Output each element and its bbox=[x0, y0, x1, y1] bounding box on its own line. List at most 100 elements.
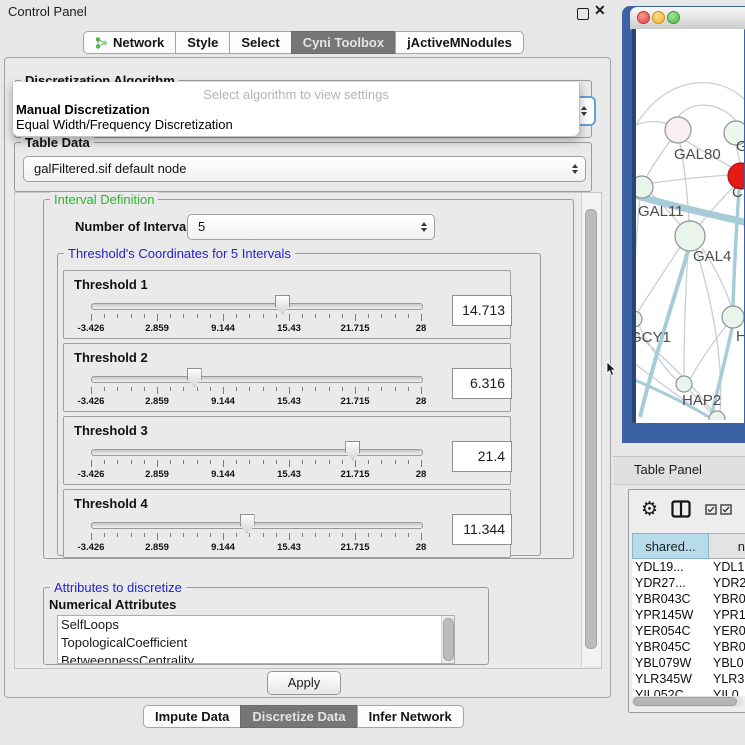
attribute-item-topologicalcoefficient[interactable]: TopologicalCoefficient bbox=[58, 634, 454, 652]
table-browser-window: ⚙ shared... name YDL19...YDL1YDR27...YDR… bbox=[628, 489, 745, 713]
tab-infer-network[interactable]: Infer Network bbox=[357, 705, 464, 728]
zoom-traffic-light-icon[interactable] bbox=[667, 11, 680, 24]
attribute-item-selfloops[interactable]: SelfLoops bbox=[58, 616, 454, 634]
threshold-slider-track[interactable] bbox=[91, 376, 423, 383]
threshold-slider-track[interactable] bbox=[91, 303, 423, 310]
apply-button[interactable]: Apply bbox=[267, 671, 341, 695]
column-header-shared-name[interactable]: shared... bbox=[632, 533, 709, 559]
node-label: GA bbox=[736, 138, 744, 155]
network-node-gal11[interactable] bbox=[636, 176, 653, 198]
network-window-titlebar[interactable] bbox=[630, 7, 745, 30]
table-row[interactable]: YER054CYER0 bbox=[632, 623, 745, 639]
threshold-slider-thumb[interactable] bbox=[275, 295, 290, 314]
combo-stepper-icon bbox=[421, 222, 427, 232]
slider-tick bbox=[263, 533, 264, 537]
table-data-combo-value: galFiltered.sif default node bbox=[34, 157, 186, 181]
slider-tick bbox=[355, 460, 356, 467]
threshold-value-field[interactable]: 21.4 bbox=[452, 441, 512, 472]
attribute-item-betweennesscentrality[interactable]: BetweennessCentrality bbox=[58, 652, 454, 664]
slider-tick bbox=[144, 460, 145, 464]
numerical-attributes-label: Numerical Attributes bbox=[49, 597, 176, 612]
table-row[interactable]: YBR045CYBR0 bbox=[632, 639, 745, 655]
tab-select[interactable]: Select bbox=[229, 31, 291, 54]
threshold-slider-thumb[interactable] bbox=[240, 514, 255, 533]
table-row[interactable]: YBL079WYBL0 bbox=[632, 655, 745, 671]
network-canvas[interactable]: GAL80GACGAL11GAL4GCY1HHAP2 bbox=[632, 29, 744, 423]
network-node-gcy1[interactable] bbox=[636, 311, 642, 327]
tab-cyni-toolbox[interactable]: Cyni Toolbox bbox=[291, 31, 396, 54]
slider-tick-label: 2.859 bbox=[145, 469, 169, 480]
network-view-window[interactable]: GAL80GACGAL11GAL4GCY1HHAP2 bbox=[622, 6, 745, 443]
tab-style[interactable]: Style bbox=[175, 31, 230, 54]
slider-tick bbox=[117, 387, 118, 391]
float-window-icon[interactable] bbox=[577, 8, 589, 20]
slider-tick bbox=[170, 314, 171, 318]
top-tab-bar: NetworkStyleSelectCyni ToolboxjActiveMNo… bbox=[83, 31, 524, 54]
cell-shared-name: YDL19... bbox=[632, 559, 713, 575]
bottom-tab-bar: Impute DataDiscretize DataInfer Network bbox=[143, 705, 464, 728]
scrollbar-thumb[interactable] bbox=[633, 697, 737, 706]
threshold-slider-thumb[interactable] bbox=[345, 441, 360, 460]
slider-tick bbox=[368, 387, 369, 391]
slider-tick-label: 15.43 bbox=[277, 323, 301, 334]
threshold-slider-thumb[interactable] bbox=[187, 368, 202, 387]
interval-definition-label: Interval Definition bbox=[50, 192, 158, 207]
network-node-h[interactable] bbox=[722, 306, 744, 328]
table-row[interactable]: YBR043CYBR0 bbox=[632, 591, 745, 607]
tab-discretize-data[interactable]: Discretize Data bbox=[240, 705, 357, 728]
threshold-value-field[interactable]: 14.713 bbox=[452, 295, 512, 326]
main-scrollbar[interactable] bbox=[581, 193, 601, 666]
close-traffic-light-icon[interactable] bbox=[637, 11, 650, 24]
tab-impute-data[interactable]: Impute Data bbox=[143, 705, 241, 728]
settings-scroll-viewport: Interval Definition Number of Intervals … bbox=[14, 192, 602, 669]
slider-tick-label: -3.426 bbox=[78, 396, 105, 407]
slider-tick bbox=[276, 387, 277, 391]
scrollbar-thumb[interactable] bbox=[443, 618, 454, 661]
node-label: GAL11 bbox=[638, 203, 684, 220]
threshold-slider-track[interactable] bbox=[91, 522, 423, 529]
slider-tick bbox=[276, 533, 277, 537]
table-row[interactable]: YDL19...YDL1 bbox=[632, 559, 745, 575]
tab-jactivemnodules[interactable]: jActiveMNodules bbox=[395, 31, 524, 54]
checkbox-icon[interactable] bbox=[705, 504, 717, 515]
table-row[interactable]: YPR145WYPR1 bbox=[632, 607, 745, 623]
split-columns-icon[interactable] bbox=[671, 500, 691, 518]
checkbox-icon[interactable] bbox=[720, 504, 732, 515]
cell-name: YER0 bbox=[713, 623, 745, 639]
popup-item-manual-discretization[interactable]: Manual Discretization bbox=[13, 102, 579, 117]
slider-tick bbox=[263, 314, 264, 318]
table-panel-titlebar: Table Panel bbox=[613, 456, 745, 485]
threshold-value-field[interactable]: 11.344 bbox=[452, 514, 512, 545]
scrollbar-thumb[interactable] bbox=[585, 209, 597, 649]
slider-tick-label: 2.859 bbox=[145, 323, 169, 334]
cell-name: YIL0 bbox=[713, 687, 739, 696]
table-data-combobox[interactable]: galFiltered.sif default node bbox=[23, 156, 586, 182]
number-of-intervals-combobox[interactable]: 5 bbox=[187, 214, 435, 240]
table-row[interactable]: YLR345WYLR3 bbox=[632, 671, 745, 687]
minimize-traffic-light-icon[interactable] bbox=[652, 11, 665, 24]
network-graph[interactable]: GAL80GACGAL11GAL4GCY1HHAP2 bbox=[636, 29, 744, 420]
slider-tick bbox=[408, 533, 409, 537]
popup-item-equal-width-frequency-discretization[interactable]: Equal Width/Frequency Discretization bbox=[13, 117, 579, 132]
threshold-value-field[interactable]: 6.316 bbox=[452, 368, 512, 399]
threshold-panel: Threshold 4-3.4262.8599.14415.4321.71528… bbox=[63, 489, 511, 558]
numerical-attributes-list[interactable]: SelfLoopsTopologicalCoefficientBetweenne… bbox=[57, 615, 455, 664]
network-node-hap2[interactable] bbox=[676, 376, 692, 392]
threshold-slider-track[interactable] bbox=[91, 449, 423, 456]
close-icon[interactable]: ✕ bbox=[594, 2, 606, 19]
slider-tick bbox=[342, 533, 343, 537]
network-node-gal80[interactable] bbox=[665, 117, 691, 143]
slider-tick-label: -3.426 bbox=[78, 469, 105, 480]
column-header-name[interactable]: name bbox=[709, 533, 745, 559]
attributes-list-scrollbar[interactable] bbox=[441, 616, 454, 663]
gear-icon[interactable]: ⚙ bbox=[641, 498, 658, 520]
table-row[interactable]: YDR27...YDR2 bbox=[632, 575, 745, 591]
slider-tick bbox=[315, 387, 316, 391]
slider-tick bbox=[183, 387, 184, 391]
network-node-gal4[interactable] bbox=[675, 221, 705, 251]
table-row[interactable]: YIL052CYIL0 bbox=[632, 687, 745, 696]
tab-network[interactable]: Network bbox=[83, 31, 176, 54]
table-horizontal-scrollbar[interactable] bbox=[632, 696, 743, 707]
slider-tick bbox=[91, 387, 92, 394]
slider-tick-label: 9.144 bbox=[211, 542, 235, 553]
